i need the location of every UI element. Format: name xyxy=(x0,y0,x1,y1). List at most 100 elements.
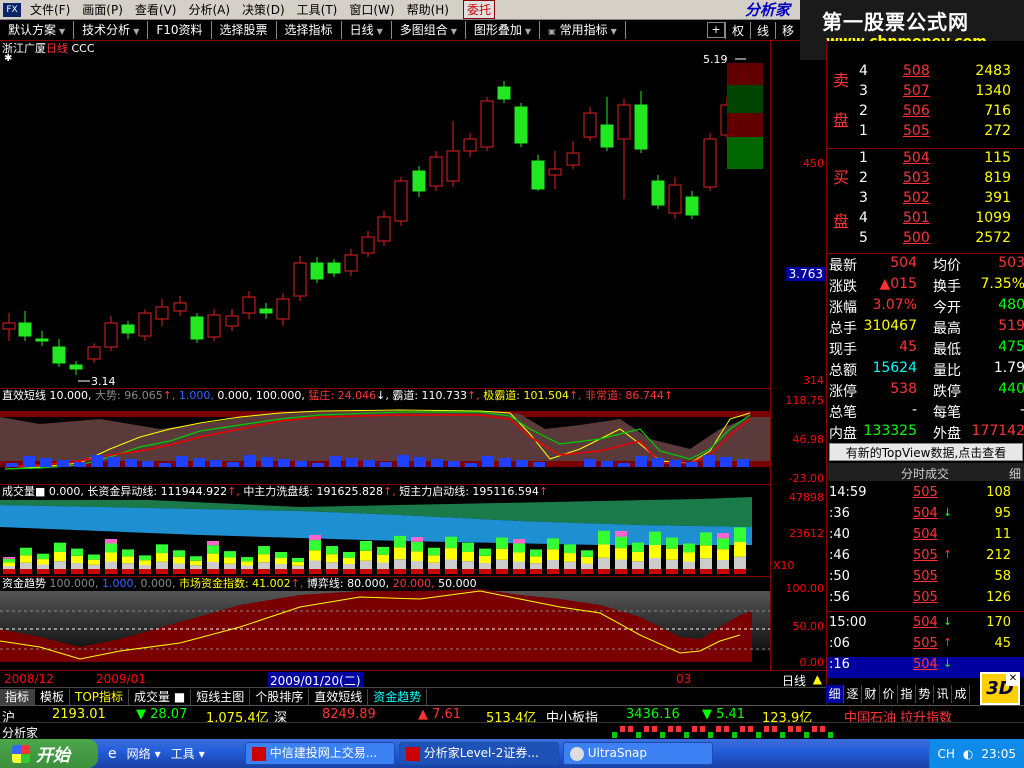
tick-time: :06 xyxy=(829,636,850,651)
tab-volume[interactable]: 成交量 ■ xyxy=(129,688,192,705)
menu-analysis[interactable]: 分析(A) xyxy=(182,1,236,18)
toolbar-period[interactable]: 日线 ▼ xyxy=(342,21,392,39)
toolbar-overlay[interactable]: 图形叠加 ▼ xyxy=(466,21,541,39)
tick-detail-button[interactable]: 细 xyxy=(1009,465,1021,482)
sell-row[interactable]: 4 508 2483 xyxy=(827,63,1024,83)
volume-bar xyxy=(3,562,15,566)
task-analyst[interactable]: 分析家Level-2证券... xyxy=(398,742,559,765)
volume-bar xyxy=(394,559,406,569)
taskbar-tools[interactable]: 工具 xyxy=(171,745,195,762)
tick-price: 505 xyxy=(913,569,938,584)
menu-view-screen[interactable]: 画面(P) xyxy=(76,1,129,18)
tick-row: :40 504 11 xyxy=(827,527,1024,548)
buy-row[interactable]: 3 502 391 xyxy=(827,190,1024,210)
menu-file[interactable]: 文件(F) xyxy=(24,1,76,18)
tick-time: :56 xyxy=(829,590,850,605)
tab-direct-short[interactable]: 直效短线 xyxy=(309,688,369,705)
ie-icon[interactable]: e xyxy=(108,746,117,762)
toolbar-move[interactable]: 移 xyxy=(774,21,800,39)
tick-price: 505 xyxy=(913,636,938,651)
quote-row: 总额 15624 量比 1.79 xyxy=(829,360,1024,379)
tray-speaker-icon[interactable]: ◐ xyxy=(963,747,973,761)
toolbar-multi-chart[interactable]: 多图组合 ▼ xyxy=(392,21,466,39)
buy-row[interactable]: 1 504 115 xyxy=(827,150,1024,170)
3d-logo-icon[interactable]: 3D ✕ xyxy=(980,672,1020,705)
toolbar-f10[interactable]: F10资料 xyxy=(148,21,212,39)
menu-window[interactable]: 窗口(W) xyxy=(343,1,400,18)
rtab-index[interactable]: 指 xyxy=(898,685,916,703)
indicator-bar xyxy=(737,459,749,467)
volume-base-bar xyxy=(105,569,117,574)
volume-bar xyxy=(479,548,491,556)
menu-tools[interactable]: 工具(T) xyxy=(291,1,344,18)
sell-row[interactable]: 3 507 1340 xyxy=(827,83,1024,103)
indicator-bar xyxy=(601,461,613,467)
menu-decision[interactable]: 决策(D) xyxy=(236,1,291,18)
tick-time: :46 xyxy=(829,548,850,563)
trade-entrust-button[interactable]: 委托 xyxy=(462,0,495,19)
task-trading[interactable]: 中信建投网上交易... xyxy=(244,742,395,765)
menu-view[interactable]: 查看(V) xyxy=(129,1,183,18)
tab-top-indicator[interactable]: TOP指标 xyxy=(70,688,130,705)
volume-bar xyxy=(496,548,508,560)
candle-body xyxy=(514,106,528,144)
tick-price: 504 xyxy=(913,615,938,630)
start-button[interactable]: 开始 xyxy=(0,739,98,768)
buy-row[interactable]: 2 503 819 xyxy=(827,170,1024,190)
volume-bar xyxy=(326,554,338,563)
volume-bar xyxy=(411,561,423,569)
volume-base-bar xyxy=(564,569,576,574)
candlestick-chart[interactable]: 浙江广厦日线 CCC 5.19 3.14 ✱ xyxy=(0,41,770,389)
volume-bar xyxy=(20,547,32,556)
toolbar-rights[interactable]: 权 xyxy=(724,21,750,39)
indicator-panel-short-term[interactable]: 直效短线 10.000, 大势: 96.065↑, 1.000, 0.000, … xyxy=(0,389,770,485)
volume-bar xyxy=(717,549,729,560)
crosshair-icon[interactable]: + xyxy=(706,22,725,38)
volume-base-bar xyxy=(343,569,355,574)
toolbar-line[interactable]: 线 xyxy=(749,21,775,39)
taskbar-network[interactable]: 网络 xyxy=(127,745,151,762)
rtab-price[interactable]: 价 xyxy=(880,685,898,703)
tab-shortline-main[interactable]: 短线主图 xyxy=(191,688,251,705)
volume-base-bar xyxy=(173,569,185,574)
rtab-trend[interactable]: 势 xyxy=(916,685,934,703)
volume-base-bar xyxy=(241,569,253,574)
tab-indicator[interactable]: 指标 xyxy=(0,688,36,705)
toolbar-select-stock[interactable]: 选择股票 xyxy=(212,21,277,39)
rtab-detail[interactable]: 细 xyxy=(826,685,844,703)
toolbar-select-indicator[interactable]: 选择指标 xyxy=(277,21,342,39)
sell-row[interactable]: 2 506 716 xyxy=(827,103,1024,123)
volume-bar xyxy=(377,562,389,569)
toolbar-common-indicator[interactable]: ▣ 常用指标 ▼ xyxy=(540,21,626,39)
indicator-bar xyxy=(465,463,477,467)
candle-body xyxy=(651,180,665,206)
indicator-panel-capital-trend[interactable]: 资金趋势 100.000, 1.000, 0.000, 市场资金指数: 41.0… xyxy=(0,577,770,669)
task-ultrasnap[interactable]: UltraSnap xyxy=(562,742,713,765)
rtab-news[interactable]: 讯 xyxy=(934,685,952,703)
rtab-volume[interactable]: 成 xyxy=(952,685,970,703)
candle-body xyxy=(394,180,408,222)
clock: 23:05 xyxy=(981,746,1016,761)
chevron-down-icon[interactable]: ▾ xyxy=(199,747,205,761)
indicator-bar xyxy=(40,458,52,467)
volume-bar xyxy=(700,558,712,569)
indicator-panel-volume[interactable]: 成交量■ 0.000, 长资金异动线: 111944.922↑, 中主力洗盘线:… xyxy=(0,485,770,577)
rtab-finance[interactable]: 财 xyxy=(862,685,880,703)
toolbar-tech-analysis[interactable]: 技术分析 ▼ xyxy=(74,21,149,39)
toolbar-default-scheme[interactable]: 默认方案 ▼ xyxy=(0,21,75,39)
tab-stock-ranking[interactable]: 个股排序 xyxy=(250,688,310,705)
chevron-down-icon[interactable]: ▾ xyxy=(155,747,161,761)
tick-volume: 170 xyxy=(986,615,1011,630)
buy-row[interactable]: 4 501 1099 xyxy=(827,210,1024,230)
close-icon[interactable]: ✕ xyxy=(1006,672,1020,686)
rtab-tick[interactable]: 逐 xyxy=(844,685,862,703)
tab-capital-trend[interactable]: 资金趋势 xyxy=(368,688,428,705)
sell-row[interactable]: 1 505 272 xyxy=(827,123,1024,143)
volume-bar xyxy=(292,565,304,569)
input-language[interactable]: CH xyxy=(938,747,955,761)
tab-template[interactable]: 模板 xyxy=(35,688,71,705)
menu-help[interactable]: 帮助(H) xyxy=(401,1,455,18)
indicator-tabs: 指标 模板 TOP指标 成交量 ■ 短线主图 个股排序 直效短线 资金趋势 xyxy=(0,687,826,705)
topview-notice-button[interactable]: 有新的TopView数据,点击查看 xyxy=(829,443,1023,461)
buy-row[interactable]: 5 500 2572 xyxy=(827,230,1024,250)
